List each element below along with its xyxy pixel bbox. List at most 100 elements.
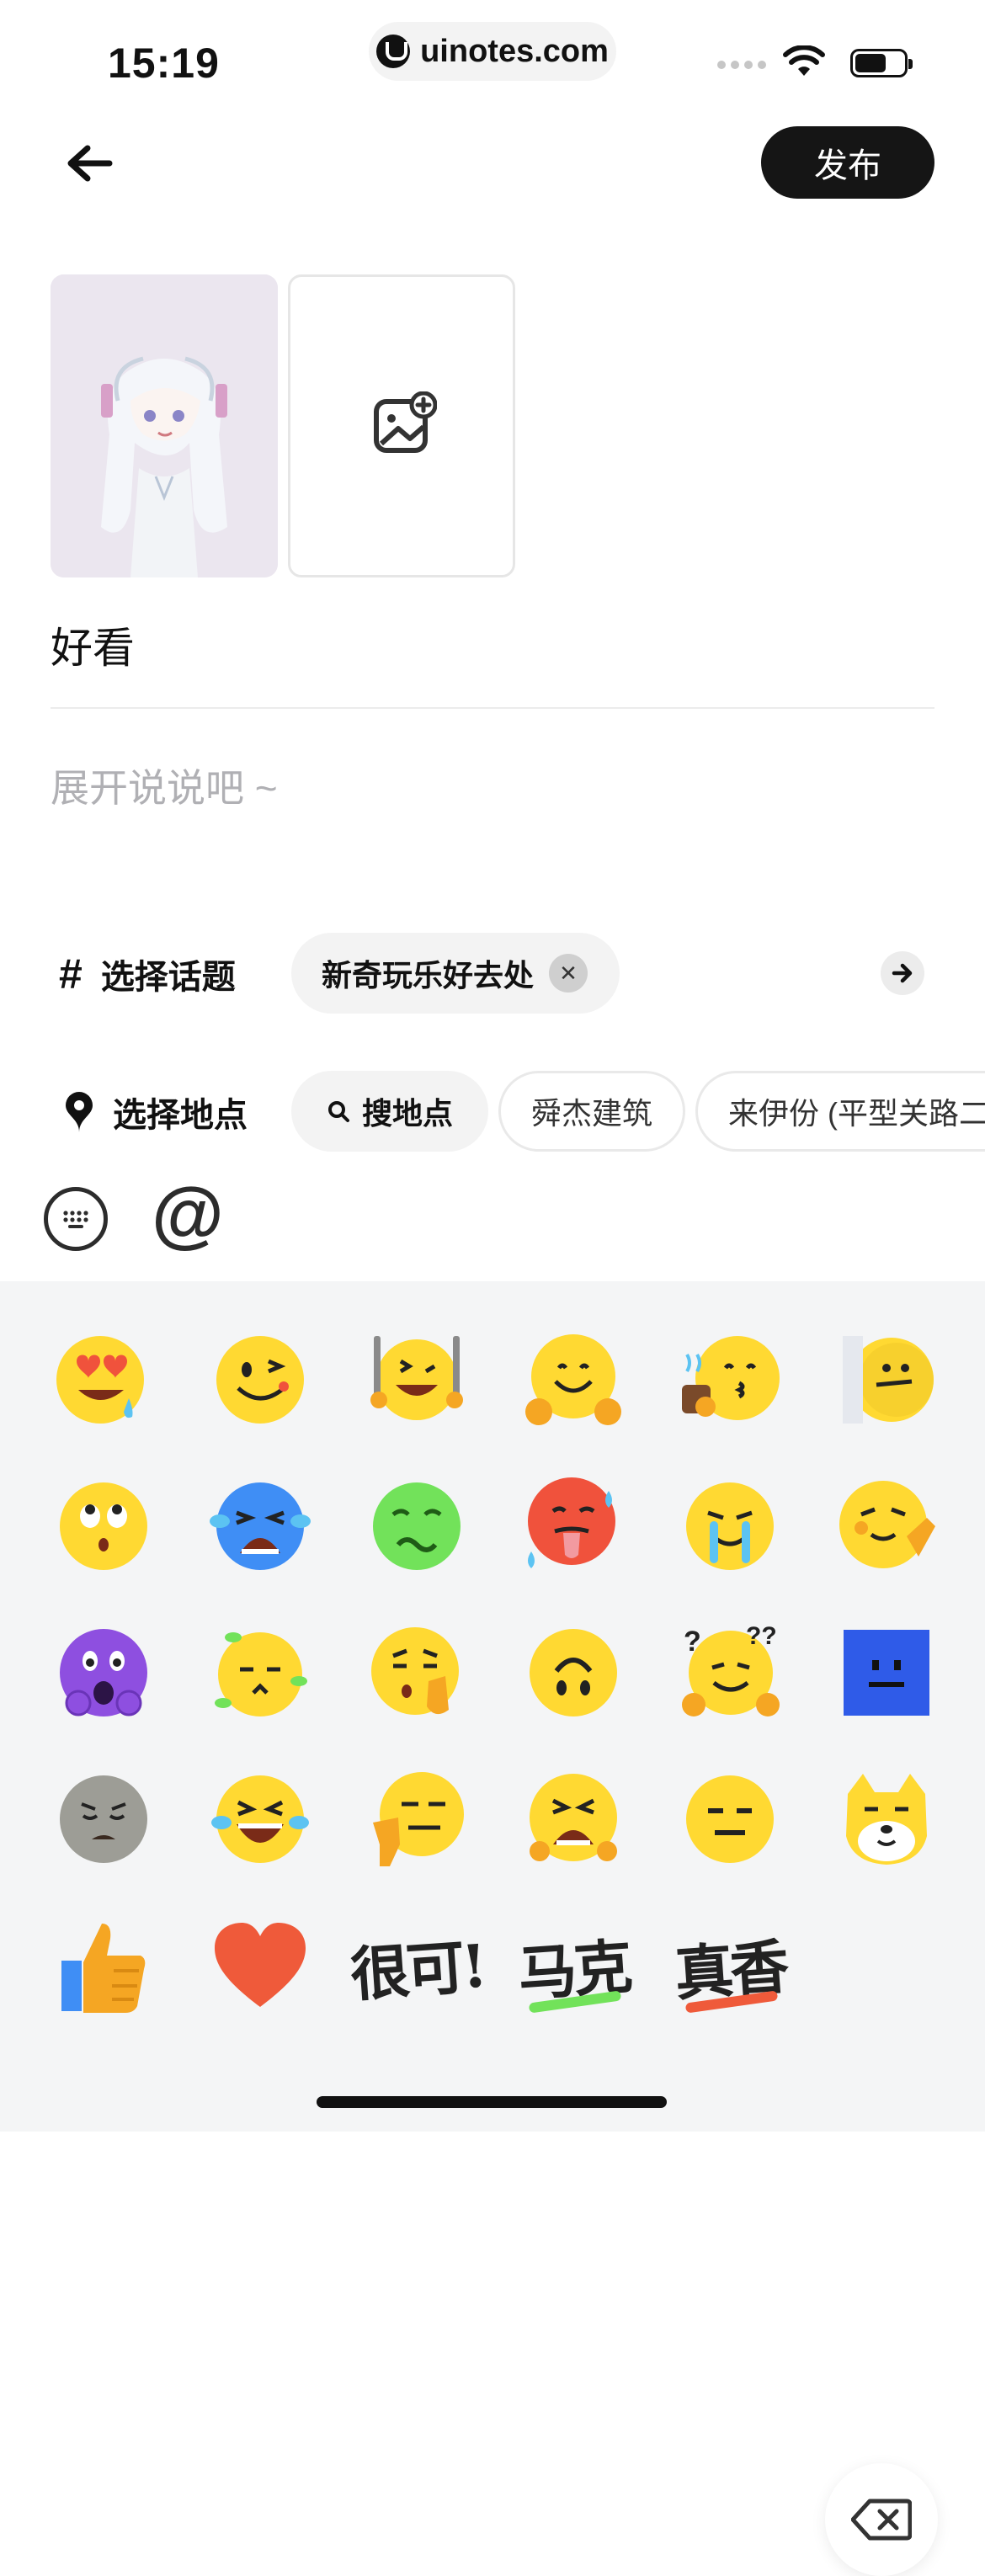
back-arrow-icon[interactable] bbox=[64, 141, 114, 185]
status-time: 15:19 bbox=[108, 40, 220, 87]
topic-more-arrow-icon[interactable] bbox=[881, 951, 924, 995]
emoji-blue-square[interactable] bbox=[808, 1599, 965, 1746]
location-label: 选择地点 bbox=[113, 1097, 248, 1134]
backspace-icon bbox=[851, 2499, 912, 2541]
hug-emoji-icon bbox=[525, 1334, 621, 1425]
image-thumbnail[interactable] bbox=[51, 274, 278, 577]
tearful-smile-emoji-icon bbox=[686, 1482, 774, 1570]
emoji-shiba-dog[interactable] bbox=[808, 1746, 965, 1892]
location-row-label[interactable]: 选择地点 bbox=[64, 1088, 248, 1136]
search-icon bbox=[327, 1101, 349, 1122]
crying-loud-emoji-icon bbox=[210, 1482, 311, 1570]
svg-text:?: ? bbox=[684, 1626, 701, 1658]
emoji-crying-loud[interactable] bbox=[182, 1453, 338, 1599]
upside-down-emoji-icon bbox=[530, 1629, 617, 1716]
emoji-empty-slot bbox=[808, 1892, 965, 2039]
location-suggestion-text: 来伊份 (平型关路二 bbox=[728, 1096, 985, 1131]
add-image-button[interactable] bbox=[288, 274, 515, 577]
emoji-upside-down[interactable] bbox=[495, 1599, 652, 1746]
emoji-tired-gray[interactable] bbox=[25, 1746, 182, 1892]
emoji-thumb-meh[interactable] bbox=[338, 1746, 495, 1892]
mention-at-icon[interactable]: @ bbox=[152, 1177, 224, 1251]
battery-icon bbox=[850, 49, 913, 77]
wifi-icon bbox=[783, 45, 825, 76]
red-heart-emoji-icon bbox=[215, 1923, 306, 2007]
add-image-icon bbox=[374, 391, 437, 453]
selected-topic-chip[interactable]: 新奇玩乐好去处 ✕ bbox=[291, 933, 620, 1014]
emoji-anguished[interactable] bbox=[495, 1746, 652, 1892]
peek-emoji-icon bbox=[843, 1336, 934, 1424]
emoji-shy-clap[interactable] bbox=[808, 1453, 965, 1599]
sticker-zhen-xiang[interactable]: 真香 bbox=[652, 1892, 808, 2039]
anime-girl-image bbox=[51, 274, 278, 577]
fork-knife-emoji-icon bbox=[370, 1336, 463, 1420]
emoji-hot-face[interactable] bbox=[495, 1453, 652, 1599]
divider bbox=[51, 707, 934, 709]
home-indicator[interactable] bbox=[317, 2096, 667, 2108]
url-text: uinotes.com bbox=[420, 33, 609, 69]
nauseated-emoji-icon bbox=[373, 1482, 461, 1570]
emoji-hug[interactable] bbox=[495, 1307, 652, 1453]
shy-clap-emoji-icon bbox=[839, 1481, 935, 1568]
hot-face-emoji-icon bbox=[528, 1477, 615, 1568]
anguished-emoji-icon bbox=[530, 1774, 617, 1861]
emoji-eyeroll[interactable] bbox=[25, 1453, 182, 1599]
topic-row-label[interactable]: # 选择话题 bbox=[59, 950, 236, 998]
sticker-hen-ke[interactable]: 很可! bbox=[338, 1892, 495, 2039]
hashtag-icon: # bbox=[59, 950, 83, 998]
emoji-wink[interactable] bbox=[182, 1307, 338, 1453]
topic-label: 选择话题 bbox=[100, 959, 236, 996]
sticker-text: 很可! bbox=[348, 1930, 487, 2009]
eyeroll-emoji-icon bbox=[60, 1482, 147, 1570]
expressionless-emoji-icon bbox=[686, 1775, 774, 1863]
kiss-coffee-emoji-icon bbox=[682, 1336, 780, 1420]
publish-button[interactable]: 发布 bbox=[761, 126, 934, 199]
emoji-confused-questions[interactable]: ? ?? bbox=[652, 1599, 808, 1746]
emoji-tears-of-joy[interactable] bbox=[182, 1746, 338, 1892]
delete-backspace-button[interactable] bbox=[825, 2463, 938, 2576]
url-pill[interactable]: uinotes.com bbox=[369, 22, 616, 81]
search-location-label: 搜地点 bbox=[361, 1096, 453, 1131]
location-suggestion-text: 舜杰建筑 bbox=[530, 1096, 652, 1131]
tired-gray-emoji-icon bbox=[60, 1775, 147, 1863]
shush-emoji-icon bbox=[371, 1627, 459, 1715]
description-input[interactable]: 展开说说吧 ~ bbox=[51, 758, 278, 813]
thumbs-up-emoji-icon bbox=[61, 1924, 146, 2013]
sticker-ma-ke[interactable]: 马克 bbox=[495, 1892, 652, 2039]
emoji-peek[interactable] bbox=[808, 1307, 965, 1453]
emoji-thumbs-up[interactable] bbox=[25, 1892, 182, 2039]
shocked-emoji-icon bbox=[60, 1629, 147, 1716]
location-suggestion-chip[interactable]: 舜杰建筑 bbox=[498, 1071, 685, 1152]
wink-emoji-icon bbox=[216, 1336, 304, 1424]
sleepy-leaves-emoji-icon bbox=[215, 1632, 307, 1716]
emoji-nauseated[interactable] bbox=[338, 1453, 495, 1599]
svg-text:??: ?? bbox=[746, 1622, 777, 1650]
search-location-button[interactable]: 搜地点 bbox=[291, 1071, 488, 1152]
cellular-signal-icon bbox=[717, 61, 766, 69]
selected-topic-text: 新奇玩乐好去处 bbox=[322, 958, 535, 993]
emoji-kiss-coffee[interactable] bbox=[652, 1307, 808, 1453]
emoji-shocked-purple[interactable] bbox=[25, 1599, 182, 1746]
remove-topic-icon[interactable]: ✕ bbox=[549, 954, 588, 993]
site-logo-icon bbox=[376, 35, 411, 68]
emoji-grid: ? ?? 很可! 马克 真香 bbox=[25, 1307, 968, 2039]
status-bar: 15:19 uinotes.com bbox=[0, 0, 985, 109]
confused-emoji-icon: ? ?? bbox=[682, 1622, 780, 1716]
emoji-heart-eyes[interactable] bbox=[25, 1307, 182, 1453]
thumb-meh-emoji-icon bbox=[373, 1772, 464, 1866]
location-suggestion-chip[interactable]: 来伊份 (平型关路二 bbox=[695, 1071, 985, 1152]
heart-eyes-emoji-icon bbox=[56, 1336, 144, 1424]
emoji-red-heart[interactable] bbox=[182, 1892, 338, 2039]
shiba-dog-emoji-icon bbox=[846, 1774, 927, 1865]
location-pin-icon bbox=[66, 1092, 93, 1132]
tears-of-joy-emoji-icon bbox=[211, 1775, 309, 1863]
keyboard-toggle-icon[interactable] bbox=[44, 1187, 108, 1251]
blue-square-emoji-icon bbox=[844, 1630, 929, 1716]
emoji-panel: ? ?? 很可! 马克 真香 bbox=[0, 1281, 985, 2576]
emoji-tearful-smile[interactable] bbox=[652, 1453, 808, 1599]
emoji-fork-knife[interactable] bbox=[338, 1307, 495, 1453]
emoji-expressionless[interactable] bbox=[652, 1746, 808, 1892]
emoji-sleepy-leaves[interactable] bbox=[182, 1599, 338, 1746]
post-title[interactable]: 好看 bbox=[51, 615, 135, 675]
emoji-shush[interactable] bbox=[338, 1599, 495, 1746]
